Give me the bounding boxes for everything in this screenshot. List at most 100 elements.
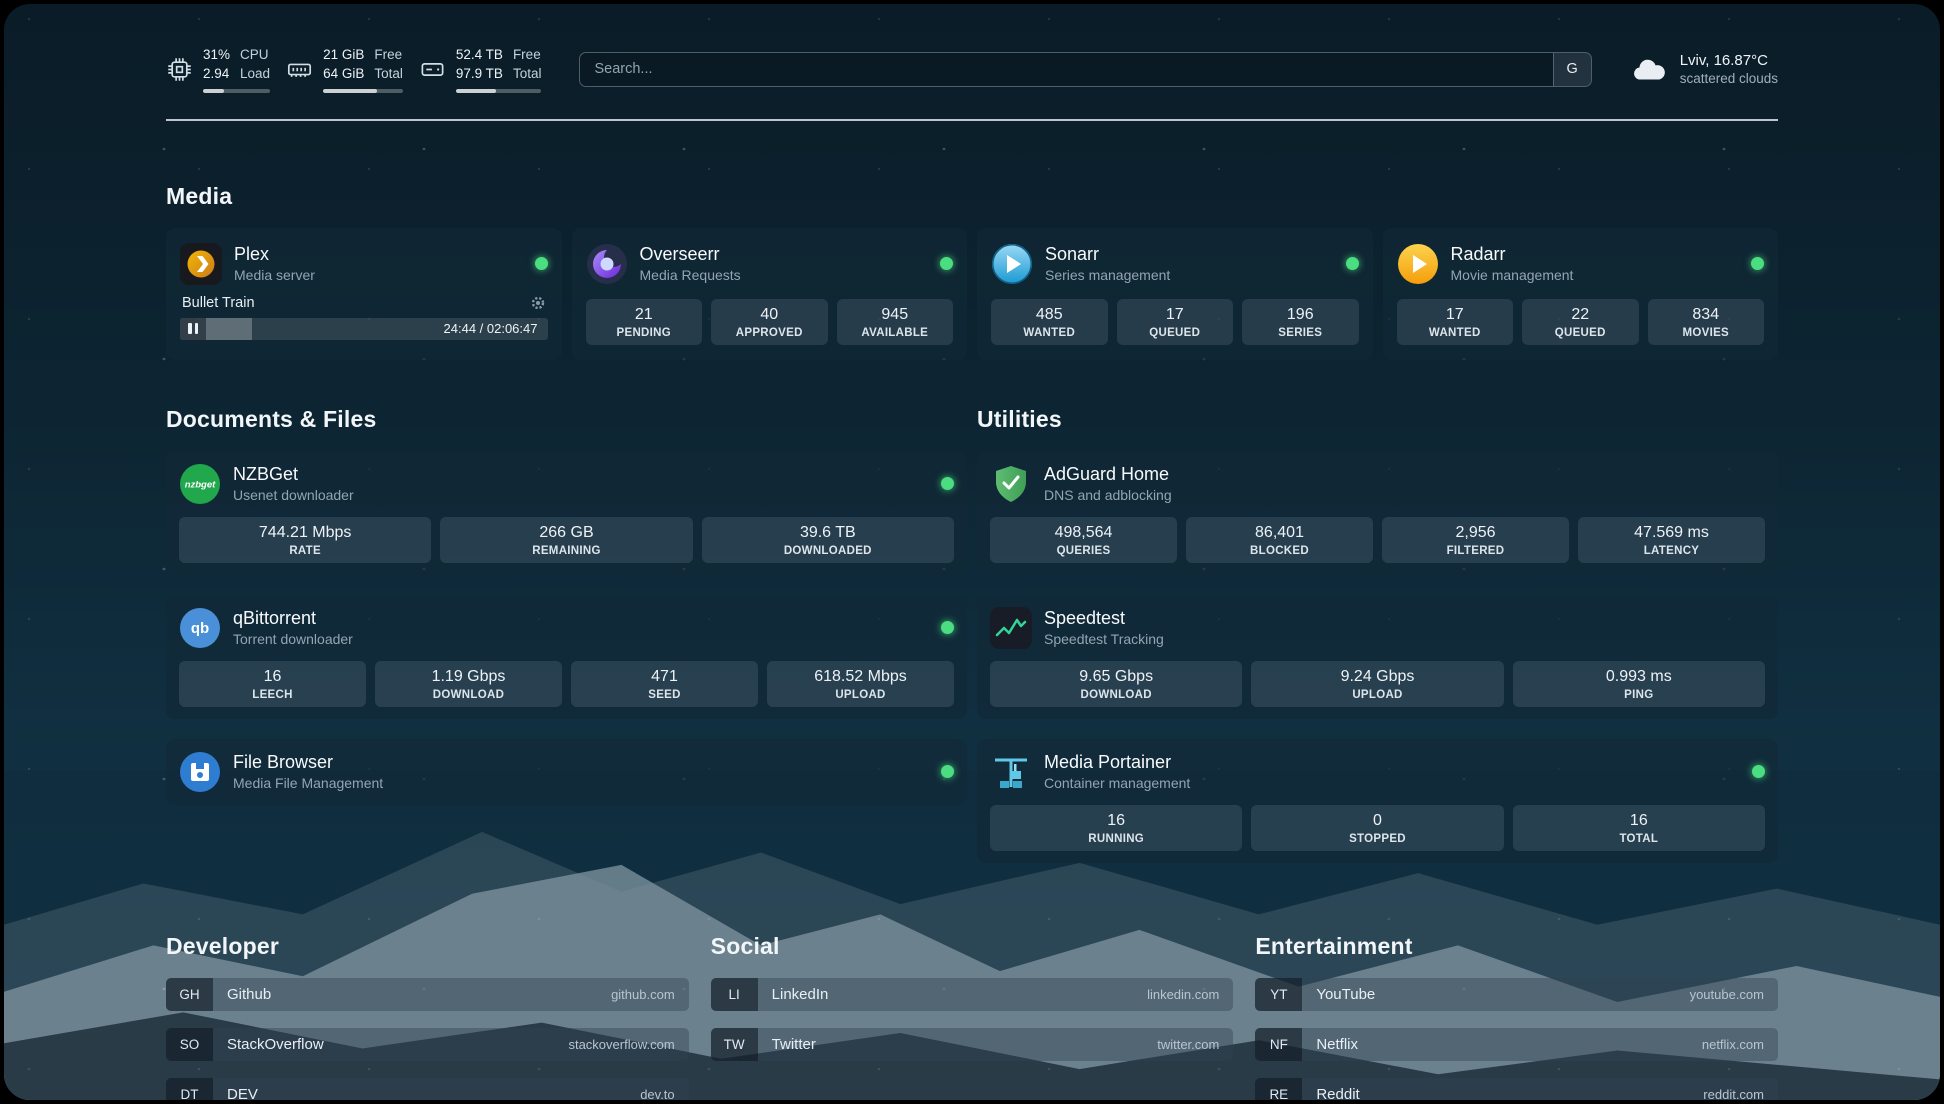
- plex-icon: [180, 243, 222, 285]
- bookmark-abbr: SO: [166, 1028, 213, 1061]
- memory-free-value: 21 GiB: [323, 46, 364, 65]
- service-subtitle: Media File Management: [233, 775, 383, 791]
- portainer-icon: [990, 751, 1032, 793]
- weather-location: Lviv, 16.87°C: [1680, 52, 1778, 69]
- bookmark-stackoverflow[interactable]: SO StackOverflow stackoverflow.com: [166, 1028, 689, 1061]
- service-name: Radarr: [1451, 244, 1574, 265]
- pause-icon: [180, 318, 206, 340]
- bookmark-abbr: NF: [1255, 1028, 1302, 1061]
- bookmark-name: DEV: [227, 1086, 258, 1100]
- service-card-nzbget[interactable]: nzbget NZBGet Usenet downloader 744.21 M…: [166, 451, 967, 575]
- memory-widget: 21 GiB 64 GiB Free Total: [286, 46, 403, 93]
- stat-wanted: 17 WANTED: [1397, 299, 1514, 345]
- svg-text:nzbget: nzbget: [185, 479, 216, 490]
- bookmark-name: StackOverflow: [227, 1036, 324, 1053]
- stat-download: 9.65 Gbps DOWNLOAD: [990, 661, 1242, 707]
- service-name: NZBGet: [233, 464, 354, 485]
- bookmark-youtube[interactable]: YT YouTube youtube.com: [1255, 978, 1778, 1011]
- disk-total-label: Total: [513, 65, 542, 84]
- disk-total-value: 97.9 TB: [456, 65, 503, 84]
- playback-progress-bar: 24:44 / 02:06:47: [180, 318, 548, 340]
- service-card-portainer[interactable]: Media Portainer Container management 16 …: [977, 739, 1778, 863]
- service-card-overseerr[interactable]: Overseerr Media Requests 21 PENDING 40 A…: [572, 228, 968, 360]
- stat-pending: 21 PENDING: [586, 299, 703, 345]
- filebrowser-icon: [179, 751, 221, 793]
- playback-time: 24:44 / 02:06:47: [444, 321, 548, 336]
- service-card-sonarr[interactable]: Sonarr Series management 485 WANTED 17 Q…: [977, 228, 1373, 360]
- bookmark-github[interactable]: GH Github github.com: [166, 978, 689, 1011]
- section-title-documents: Documents & Files: [166, 406, 967, 433]
- weather-widget: Lviv, 16.87°C scattered clouds: [1630, 52, 1778, 86]
- bookmark-name: Netflix: [1316, 1036, 1358, 1053]
- stat-download: 1.19 Gbps DOWNLOAD: [375, 661, 562, 707]
- service-card-qbittorrent[interactable]: qb qBittorrent Torrent downloader 16 LEE…: [166, 595, 967, 719]
- bookmark-abbr: DT: [166, 1078, 213, 1100]
- bookmark-url: linkedin.com: [1147, 987, 1219, 1002]
- cpu-percent: 31%: [203, 46, 230, 65]
- cloud-icon: [1630, 54, 1668, 84]
- service-card-filebrowser[interactable]: File Browser Media File Management: [166, 739, 967, 805]
- bookmark-name: LinkedIn: [772, 986, 829, 1003]
- service-card-adguard[interactable]: AdGuard Home DNS and adblocking 498,564 …: [977, 451, 1778, 575]
- stat-ping: 0.993 ms PING: [1513, 661, 1765, 707]
- disk-icon: [419, 56, 446, 83]
- search-provider-button[interactable]: G: [1553, 53, 1591, 86]
- section-media: Media: [166, 183, 1778, 360]
- stat-downloaded: 39.6 TB DOWNLOADED: [702, 517, 954, 563]
- cpu-icon: [166, 56, 193, 83]
- status-dot: [1346, 257, 1359, 270]
- memory-usage-bar: [323, 89, 403, 93]
- section-title-utilities: Utilities: [977, 406, 1778, 433]
- bookmark-group-entertainment: Entertainment YT YouTube youtube.com NF …: [1255, 933, 1778, 1100]
- memory-icon: [286, 56, 313, 83]
- stat-blocked: 86,401 BLOCKED: [1186, 517, 1373, 563]
- service-name: Sonarr: [1045, 244, 1170, 265]
- search-bar[interactable]: G: [579, 52, 1591, 87]
- radarr-icon: [1397, 243, 1439, 285]
- nzbget-icon: nzbget: [179, 463, 221, 505]
- stat-queued: 17 QUEUED: [1117, 299, 1234, 345]
- service-card-plex[interactable]: Plex Media server Bullet Train: [166, 228, 562, 360]
- bookmark-name: YouTube: [1316, 986, 1375, 1003]
- section-title-entertainment: Entertainment: [1255, 933, 1778, 960]
- service-subtitle: Torrent downloader: [233, 631, 353, 647]
- service-name: qBittorrent: [233, 608, 353, 629]
- memory-usage-fill: [323, 89, 376, 93]
- bookmark-dev[interactable]: DT DEV dev.to: [166, 1078, 689, 1100]
- bookmark-twitter[interactable]: TW Twitter twitter.com: [711, 1028, 1234, 1061]
- cpu-load-label: Load: [240, 65, 270, 84]
- bookmark-abbr: TW: [711, 1028, 758, 1061]
- service-subtitle: Speedtest Tracking: [1044, 631, 1164, 647]
- service-subtitle: Media server: [234, 267, 315, 283]
- section-documents: Documents & Files nzbget NZBGet Usenet d…: [166, 406, 967, 805]
- status-dot: [1751, 257, 1764, 270]
- stat-seed: 471 SEED: [571, 661, 758, 707]
- bookmark-reddit[interactable]: RE Reddit reddit.com: [1255, 1078, 1778, 1100]
- bookmark-linkedin[interactable]: LI LinkedIn linkedin.com: [711, 978, 1234, 1011]
- header-divider: [166, 119, 1778, 121]
- bookmark-netflix[interactable]: NF Netflix netflix.com: [1255, 1028, 1778, 1061]
- section-title-media: Media: [166, 183, 1778, 210]
- disk-free-label: Free: [513, 46, 542, 65]
- disk-usage-fill: [456, 89, 496, 93]
- settings-gear-icon[interactable]: [530, 295, 546, 311]
- bookmark-url: netflix.com: [1702, 1037, 1764, 1052]
- stat-queued: 22 QUEUED: [1522, 299, 1639, 345]
- bookmark-group-social: Social LI LinkedIn linkedin.com TW Twitt…: [711, 933, 1234, 1061]
- service-card-radarr[interactable]: Radarr Movie management 17 WANTED 22 QUE…: [1383, 228, 1779, 360]
- search-input[interactable]: [580, 53, 1552, 86]
- disk-widget: 52.4 TB 97.9 TB Free Total: [419, 46, 542, 93]
- section-title-social: Social: [711, 933, 1234, 960]
- bookmark-name: Github: [227, 986, 271, 1003]
- bookmark-abbr: LI: [711, 978, 758, 1011]
- memory-free-label: Free: [374, 46, 403, 65]
- service-subtitle: DNS and adblocking: [1044, 487, 1172, 503]
- service-card-speedtest[interactable]: Speedtest Speedtest Tracking 9.65 Gbps D…: [977, 595, 1778, 719]
- service-subtitle: Media Requests: [640, 267, 741, 283]
- memory-total-value: 64 GiB: [323, 65, 364, 84]
- stat-series: 196 SERIES: [1242, 299, 1359, 345]
- stat-stopped: 0 STOPPED: [1251, 805, 1503, 851]
- bookmark-url: github.com: [611, 987, 675, 1002]
- bookmark-url: reddit.com: [1703, 1087, 1764, 1100]
- service-name: Plex: [234, 244, 315, 265]
